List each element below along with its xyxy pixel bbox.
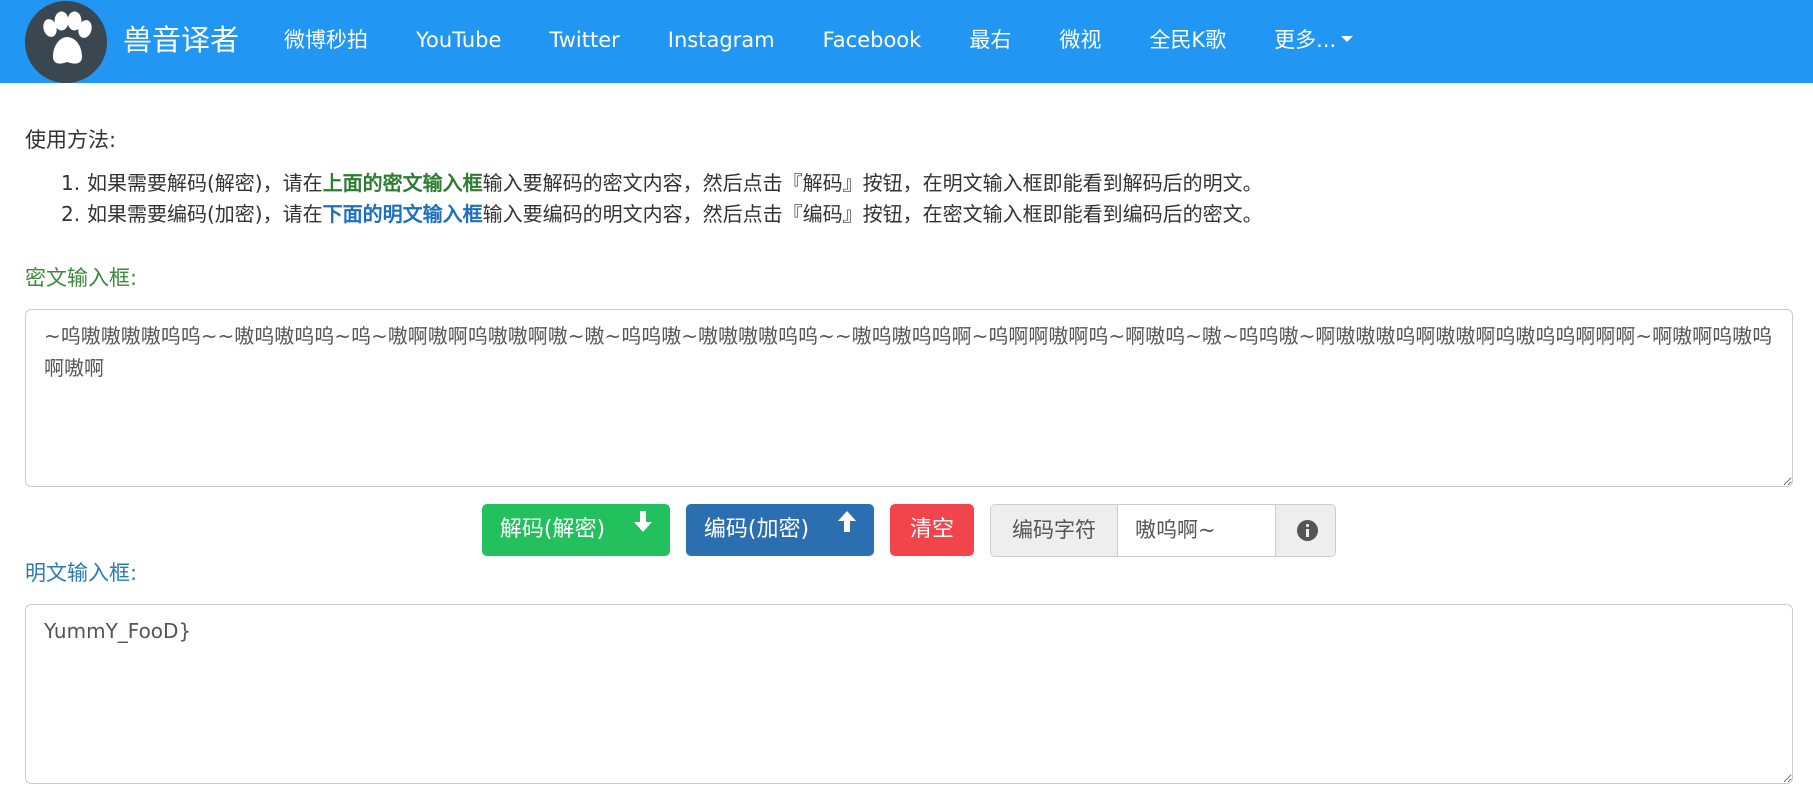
- nav-item-weishi[interactable]: 微视: [1035, 0, 1125, 83]
- nav-item-more[interactable]: 更多...: [1250, 0, 1377, 83]
- charset-info-button[interactable]: [1275, 505, 1335, 556]
- usage-step: 2. 如果需要编码(加密)，请在下面的明文输入框输入要编码的明文内容，然后点击『编…: [61, 199, 1263, 230]
- step-number: 2.: [61, 202, 81, 226]
- usage-title: 使用方法:: [25, 128, 117, 152]
- step-text: 如果需要编码(加密)，请在: [87, 202, 323, 226]
- encode-button-label: 编码(加密): [703, 517, 810, 542]
- nav-item-weibo[interactable]: 微博秒拍: [260, 0, 392, 83]
- nav-item-quanmin-kge[interactable]: 全民K歌: [1125, 0, 1250, 83]
- step-text: 输入要解码的密文内容，然后点击『解码』按钮，在明文输入框即能看到解码后的明文。: [482, 171, 1263, 195]
- nav-item-twitter[interactable]: Twitter: [525, 0, 643, 83]
- charset-input[interactable]: [1118, 505, 1275, 556]
- charset-group: 编码字符: [990, 504, 1336, 557]
- charset-label: 编码字符: [991, 505, 1118, 556]
- cipher-label: 密文输入框:: [25, 266, 138, 290]
- usage-step: 1. 如果需要解码(解密)，请在上面的密文输入框输入要解码的密文内容，然后点击『解…: [61, 168, 1263, 199]
- step-text: 输入要编码的明文内容，然后点击『编码』按钮，在密文输入框即能看到编码后的密文。: [482, 202, 1263, 226]
- cipher-input[interactable]: ~呜嗷嗷嗷嗷呜呜~~嗷呜嗷呜呜~呜~嗷啊嗷啊呜嗷嗷啊嗷~嗷~呜呜嗷~嗷嗷嗷嗷呜呜…: [25, 309, 1793, 487]
- nav-item-youtube[interactable]: YouTube: [392, 0, 525, 83]
- top-navbar: 兽音译者 微博秒拍 YouTube Twitter Instagram Face…: [0, 0, 1813, 83]
- info-icon: [1297, 520, 1318, 541]
- decode-button[interactable]: 解码(解密): [482, 504, 670, 556]
- paw-icon[interactable]: [25, 1, 107, 83]
- nav-menu: 微博秒拍 YouTube Twitter Instagram Facebook …: [260, 0, 1377, 83]
- plain-input[interactable]: YummY_FooD}: [25, 604, 1793, 784]
- arrow-down-icon: [634, 501, 653, 553]
- brand-name[interactable]: 兽音译者: [123, 20, 239, 60]
- caret-down-icon: [1341, 36, 1354, 42]
- clear-button[interactable]: 清空: [890, 504, 974, 556]
- nav-item-facebook[interactable]: Facebook: [799, 0, 946, 83]
- step-number: 1.: [61, 171, 81, 195]
- step-highlight: 上面的密文输入框: [322, 171, 483, 195]
- encode-button[interactable]: 编码(加密): [686, 504, 874, 556]
- nav-more-label: 更多...: [1274, 28, 1337, 52]
- usage-steps: 1. 如果需要解码(解密)，请在上面的密文输入框输入要解码的密文内容，然后点击『解…: [61, 168, 1263, 230]
- step-highlight: 下面的明文输入框: [322, 202, 483, 226]
- arrow-up-icon: [838, 501, 857, 553]
- nav-item-instagram[interactable]: Instagram: [644, 0, 799, 83]
- nav-item-zuiyou[interactable]: 最右: [945, 0, 1035, 83]
- step-text: 如果需要解码(解密)，请在: [87, 171, 323, 195]
- plain-label: 明文输入框:: [25, 561, 138, 585]
- decode-button-label: 解码(解密): [499, 517, 606, 542]
